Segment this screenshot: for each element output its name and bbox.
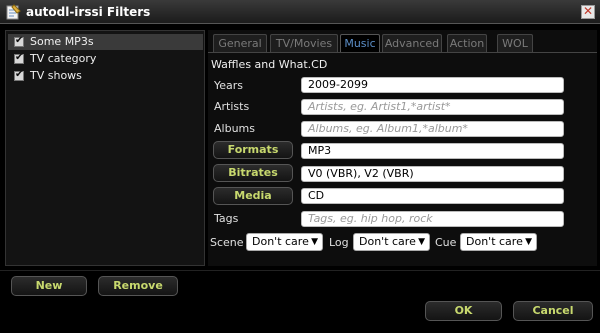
chevron-down-icon: ▼ (525, 237, 532, 247)
media-button[interactable]: Media (213, 187, 293, 205)
scene-label: Scene (210, 236, 244, 249)
new-button[interactable]: New (11, 276, 87, 296)
formats-input[interactable]: MP3 (301, 143, 564, 159)
music-tab-content: Waffles and What.CD Years 2009-2099 Arti… (208, 53, 597, 266)
filter-item[interactable]: ✔ Some MP3s (8, 34, 203, 50)
check-icon: ✔ (15, 69, 24, 80)
years-label: Years (214, 79, 244, 92)
log-label: Log (329, 236, 349, 249)
tags-input[interactable]: Tags, eg. hip hop, rock (301, 211, 564, 227)
tab-general[interactable]: General (213, 34, 267, 52)
tab-music[interactable]: Music (340, 34, 380, 52)
albums-label: Albums (214, 122, 255, 135)
artists-input[interactable]: Artists, eg. Artist1,*artist* (301, 99, 564, 115)
chevron-down-icon: ▼ (311, 237, 318, 247)
chevron-down-icon: ▼ (418, 237, 425, 247)
window-title: autodl-irssi Filters (26, 5, 151, 19)
log-select-value: Don't care (359, 235, 416, 248)
check-icon: ✔ (15, 35, 24, 46)
close-icon: ✕ (582, 4, 594, 18)
tab-advanced[interactable]: Advanced (382, 34, 442, 52)
check-icon: ✔ (15, 52, 24, 63)
remove-button[interactable]: Remove (98, 276, 178, 296)
site-label: Waffles and What.CD (211, 58, 328, 71)
filter-label: TV category (30, 52, 97, 65)
filter-item[interactable]: ✔ TV category (8, 51, 203, 67)
filter-checkbox[interactable]: ✔ (14, 69, 24, 81)
tab-tv-movies[interactable]: TV/Movies (270, 34, 338, 52)
tab-wol[interactable]: WOL (497, 34, 533, 52)
filter-label: TV shows (30, 69, 82, 82)
tags-label: Tags (214, 212, 239, 225)
cue-select[interactable]: Don't care ▼ (460, 233, 537, 251)
title-bar: autodl-irssi Filters ✕ (0, 0, 600, 24)
media-input[interactable]: CD (301, 188, 564, 204)
filter-settings-panel: General TV/Movies Music Advanced Action … (208, 30, 597, 266)
filter-list[interactable]: ✔ Some MP3s ✔ TV category ✔ TV shows (5, 30, 205, 266)
close-button[interactable]: ✕ (581, 4, 595, 19)
divider (0, 270, 600, 271)
bitrates-input[interactable]: V0 (VBR), V2 (VBR) (301, 166, 564, 182)
notepad-icon (6, 4, 21, 20)
scene-select-value: Don't care (252, 235, 309, 248)
ok-button[interactable]: OK (425, 301, 502, 321)
albums-input[interactable]: Albums, eg. Album1,*album* (301, 121, 564, 137)
artists-label: Artists (214, 100, 250, 113)
formats-button[interactable]: Formats (213, 141, 293, 159)
cancel-button[interactable]: Cancel (513, 301, 593, 321)
filter-checkbox[interactable]: ✔ (14, 52, 24, 64)
scene-select[interactable]: Don't care ▼ (246, 233, 323, 251)
filter-label: Some MP3s (30, 35, 94, 48)
filter-item[interactable]: ✔ TV shows (8, 68, 203, 84)
years-input[interactable]: 2009-2099 (301, 77, 564, 93)
filter-checkbox[interactable]: ✔ (14, 35, 24, 47)
bitrates-button[interactable]: Bitrates (213, 164, 293, 182)
tab-action[interactable]: Action (447, 34, 487, 52)
cue-select-value: Don't care (466, 235, 523, 248)
log-select[interactable]: Don't care ▼ (353, 233, 430, 251)
cue-label: Cue (435, 236, 457, 249)
